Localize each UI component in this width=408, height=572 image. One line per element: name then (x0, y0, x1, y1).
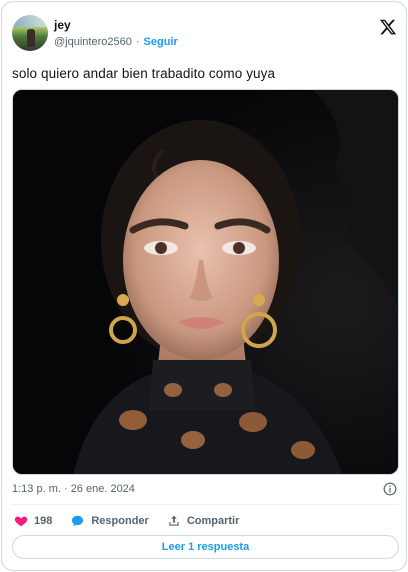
separator-dot: · (135, 36, 140, 48)
reply-bubble-icon (72, 515, 84, 527)
tweet-text: solo quiero andar bien trabadito como yu… (12, 66, 276, 81)
x-logo-icon[interactable] (379, 18, 397, 36)
action-bar: 198 Responder Compartir (14, 512, 257, 530)
divider (12, 504, 399, 505)
like-count: 198 (34, 515, 53, 527)
avatar[interactable] (12, 15, 48, 51)
portrait-image (13, 90, 398, 474)
tweet-photo[interactable] (12, 89, 399, 475)
heart-icon (14, 516, 28, 527)
reply-button[interactable]: Responder (70, 514, 149, 528)
handle-row: @jquintero2560 · Seguir (54, 36, 178, 48)
share-icon (169, 515, 179, 526)
share-label: Compartir (186, 515, 240, 527)
user-handle[interactable]: @jquintero2560 (54, 36, 132, 48)
display-name[interactable]: jey (54, 18, 71, 32)
info-icon[interactable] (383, 482, 397, 496)
share-button[interactable]: Compartir (167, 514, 240, 528)
reply-label: Responder (91, 515, 149, 527)
follow-button[interactable]: Seguir (144, 36, 178, 48)
tweet-timestamp[interactable]: 1:13 p. m. · 26 ene. 2024 (12, 483, 135, 495)
tweet-card: jey @jquintero2560 · Seguir solo quiero … (1, 1, 407, 571)
read-replies-button[interactable]: Leer 1 respuesta (12, 535, 399, 559)
like-button[interactable]: 198 (14, 514, 52, 528)
